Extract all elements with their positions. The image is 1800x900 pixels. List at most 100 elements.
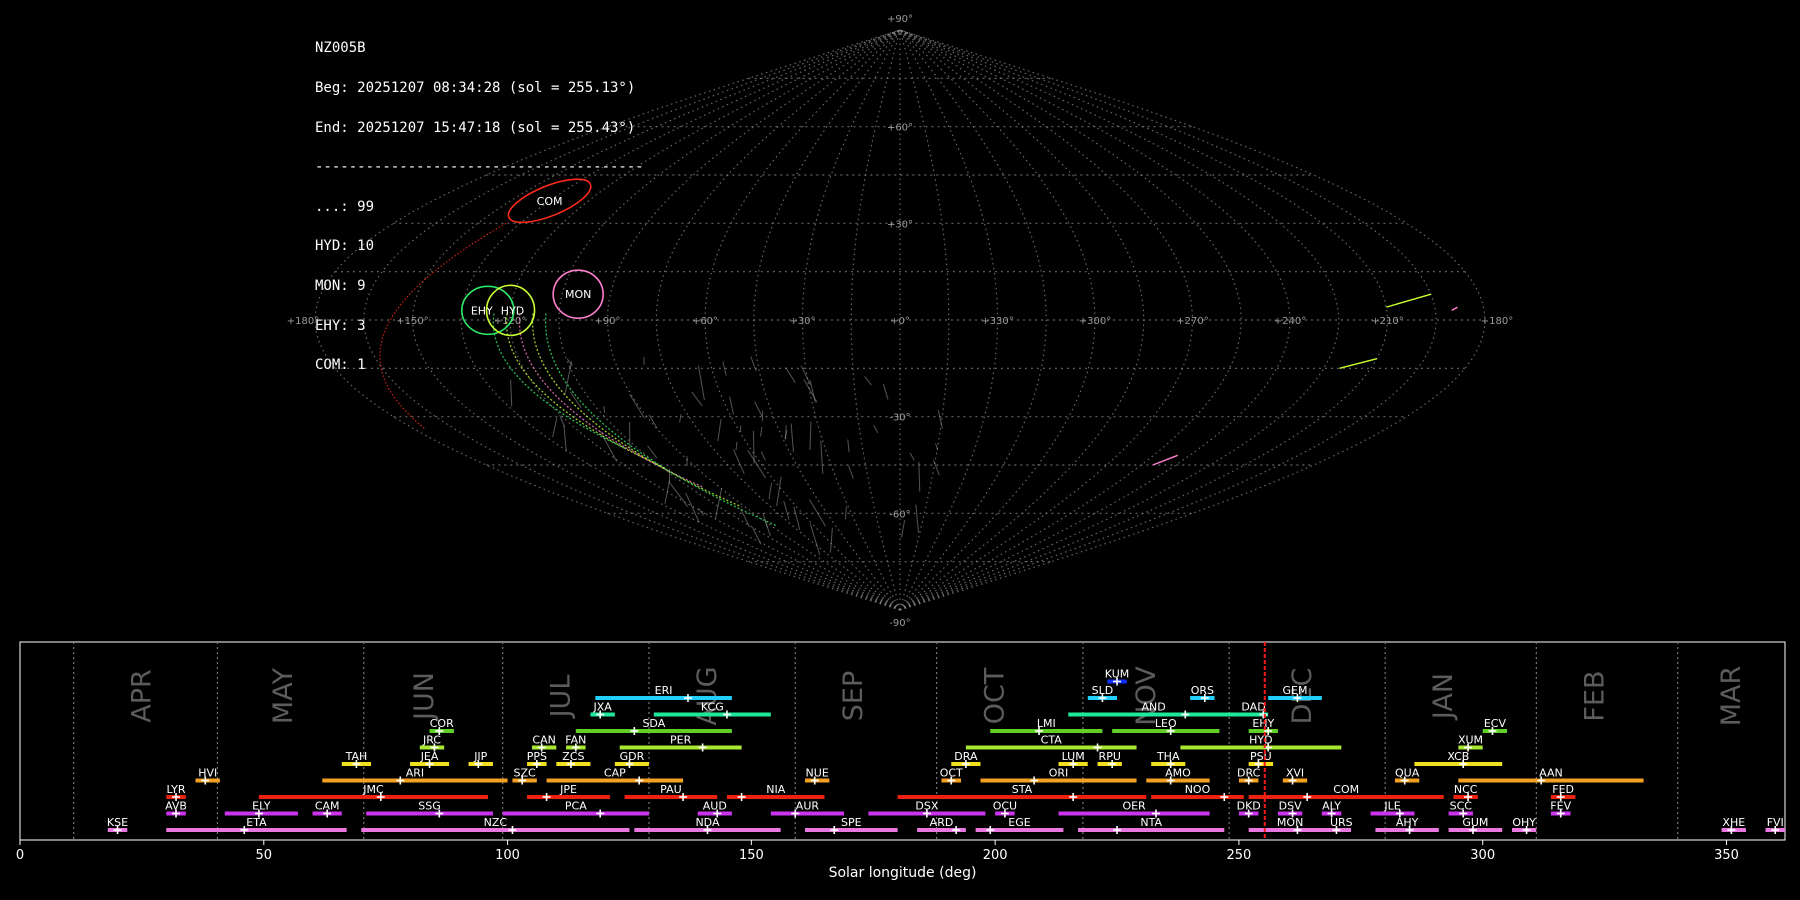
meteor-trail (697, 365, 705, 401)
meteor-trail (647, 445, 658, 459)
meteor-trail (729, 396, 734, 415)
x-tick-label: 150 (739, 848, 764, 863)
meteor-trail (664, 480, 671, 504)
meteor-trail (793, 506, 801, 530)
meteor-trail (603, 406, 606, 413)
meteor-trail (790, 423, 794, 453)
shower-label: ARI (406, 767, 424, 780)
month-label: JUL (546, 675, 577, 720)
radiant-label: HYD (501, 304, 524, 317)
lat-label: -60° (889, 509, 910, 520)
lon-label: +150° (396, 316, 428, 327)
meteor-trail (900, 520, 906, 538)
shower-label: JMC (362, 783, 384, 796)
month-label: JUN (409, 672, 440, 722)
shower-label: ORI (1049, 767, 1069, 780)
shower-label: NDA (695, 816, 720, 829)
shower-label: OCU (993, 800, 1017, 813)
shower-label: SSG (418, 800, 441, 813)
shower-label: CTA (1041, 734, 1063, 747)
lon-label: +180° (287, 316, 319, 327)
shower-label: JRC (422, 734, 441, 747)
shower-label: SLD (1092, 684, 1114, 697)
meteor-trail (864, 376, 872, 386)
shower-timeline: APRMAYJUNJULAUGSEPOCTNOVDECJANFEBMARKUME… (16, 641, 1786, 881)
shower-label: LUM (1062, 750, 1085, 763)
shower-label: ORS (1191, 684, 1214, 697)
shower-label: NTA (1140, 816, 1162, 829)
shower-label: JLE (1383, 800, 1400, 813)
shower-label: ARD (930, 816, 954, 829)
lon-label: +30° (789, 316, 815, 327)
shower-label: OCT (940, 767, 963, 780)
shower-label: GUM (1462, 816, 1488, 829)
shower-label: EGE (1008, 816, 1030, 829)
shower-label: QUA (1395, 767, 1420, 780)
radiant-label: EHY (471, 304, 493, 317)
shower-label: ERI (655, 684, 673, 697)
shower-label: SZC (514, 767, 537, 780)
month-label: FEB (1579, 670, 1610, 721)
lon-label: +60° (692, 316, 718, 327)
shower-label: RPU (1099, 750, 1121, 763)
meteor-trail (783, 500, 790, 520)
lon-label: +210° (1371, 316, 1403, 327)
shower-label: NIA (766, 783, 785, 796)
shower-label: HYD (1249, 734, 1272, 747)
meteor-trail (918, 461, 921, 492)
meteor-trail (935, 443, 939, 451)
shower-label: STA (1012, 783, 1033, 796)
shower-label: PAU (660, 783, 682, 796)
lon-label: +300° (1079, 316, 1111, 327)
meridian-line (460, 29, 901, 611)
shower-label: COM (1333, 783, 1359, 796)
shower-label: FEV (1550, 800, 1571, 813)
shower-label: XCB (1447, 750, 1469, 763)
shower-label: CAN (532, 734, 555, 747)
meteor-trail (510, 379, 513, 407)
shower-label: CAM (315, 800, 340, 813)
lat-label: -90° (889, 618, 910, 629)
shower-label: DSX (915, 800, 938, 813)
lon-label: +330° (981, 316, 1013, 327)
shower-label: ZCS (562, 750, 584, 763)
shower-label: XUM (1458, 734, 1483, 747)
shower-label: DRC (1237, 767, 1261, 780)
shower-label: CAP (604, 767, 626, 780)
shower-label: THA (1156, 750, 1180, 763)
x-tick-label: 50 (256, 848, 273, 863)
meteor-trail (714, 487, 723, 520)
shower-label: AMO (1165, 767, 1191, 780)
month-label: MAY (268, 667, 299, 724)
lon-label: +270° (1176, 316, 1208, 327)
shower-label: NZC (484, 816, 508, 829)
shower-label: AUD (703, 800, 727, 813)
lat-label: +60° (887, 123, 913, 134)
shower-label: MON (1277, 816, 1303, 829)
meteor-trail (829, 527, 833, 553)
shower-label: DAD (1241, 701, 1265, 714)
x-axis-label: Solar longitude (deg) (829, 865, 977, 881)
meteor-trail (552, 417, 558, 438)
shower-label: LMI (1037, 717, 1056, 730)
meteor-trail (820, 440, 824, 474)
meteor-trail (754, 401, 763, 417)
meteor-trail (685, 492, 700, 523)
shower-label: AVB (165, 800, 187, 813)
lat-label: +30° (887, 219, 913, 230)
shower-label: ECV (1484, 717, 1507, 730)
lat-label: +90° (887, 14, 913, 25)
x-tick-label: 300 (1470, 848, 1495, 863)
shower-label: AHY (1396, 816, 1419, 829)
shower-label: SDA (642, 717, 665, 730)
meteor-trail (751, 526, 762, 545)
meteor-fragment (1152, 454, 1179, 466)
meteor-trail (909, 452, 915, 461)
x-tick-label: 200 (983, 848, 1008, 863)
shower-label: PCA (565, 800, 587, 813)
month-label: APR (126, 669, 157, 723)
lon-label: +180° (1481, 316, 1513, 327)
x-tick-label: 250 (1227, 848, 1252, 863)
shower-label: EHY (1252, 717, 1274, 730)
shower-label: AAN (1539, 767, 1563, 780)
